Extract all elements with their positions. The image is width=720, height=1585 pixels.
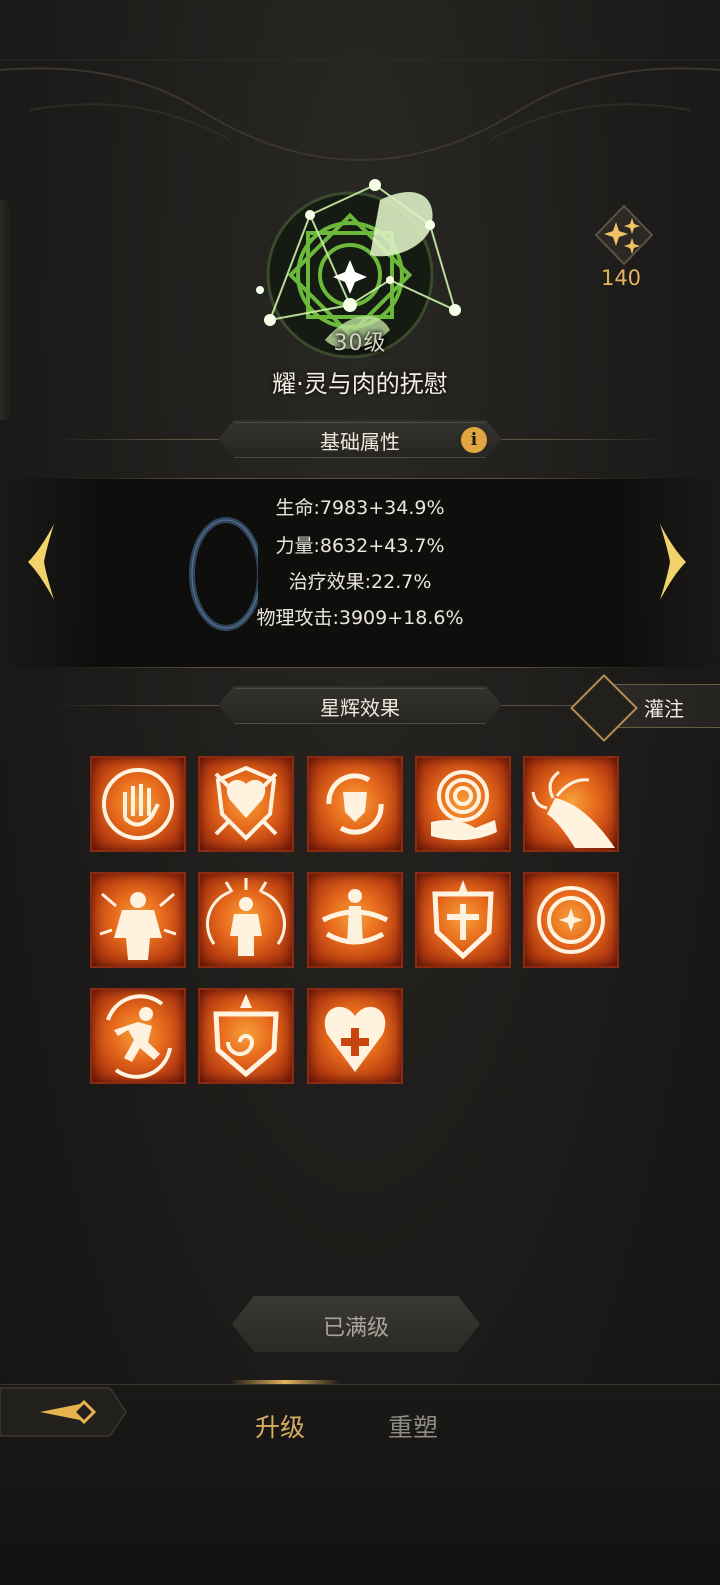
- previous-arrow-icon[interactable]: [24, 520, 58, 604]
- stat-healing: 治疗效果:22.7%: [288, 571, 432, 593]
- sun-ring-icon: [537, 886, 605, 954]
- skill-name: 耀·灵与肉的抚慰: [272, 370, 448, 398]
- max-level-label: 已满级: [322, 1316, 389, 1341]
- skill-level: 30级: [333, 331, 387, 356]
- palm-icon: [102, 768, 174, 840]
- running-figure-icon: [106, 994, 172, 1079]
- effect-tile-10[interactable]: [523, 872, 619, 968]
- vortex-hand-icon: [431, 770, 497, 841]
- stardust-icon: [594, 204, 654, 266]
- infuse-label: 灌注: [644, 697, 684, 721]
- effect-tile-5[interactable]: [523, 756, 619, 852]
- burst-figure-icon: [99, 892, 177, 960]
- spiral-shield-icon: [213, 994, 279, 1078]
- effect-tile-2[interactable]: [198, 756, 294, 852]
- stat-physical-attack: 物理攻击:3909+18.6%: [256, 607, 464, 629]
- crossed-shield-icon: [432, 880, 494, 960]
- effect-tile-9[interactable]: [415, 872, 511, 968]
- effect-tile-6[interactable]: [90, 872, 186, 968]
- effect-tile-1[interactable]: [90, 756, 186, 852]
- effect-tile-7[interactable]: [198, 872, 294, 968]
- max-level-button[interactable]: 已满级: [232, 1296, 480, 1352]
- swirl-shield-icon: [326, 773, 384, 835]
- effect-tile-12[interactable]: [198, 988, 294, 1084]
- spinning-figure-icon: [321, 889, 389, 945]
- shield-heart-icon: [214, 765, 278, 841]
- stat-strength: 力量:8632+43.7%: [275, 535, 445, 557]
- infuse-button[interactable]: 灌注: [570, 674, 720, 742]
- stat-hp: 生命:7983+34.9%: [275, 497, 445, 519]
- tab-upgrade[interactable]: 升级: [255, 1408, 305, 1444]
- effect-tile-3[interactable]: [307, 756, 403, 852]
- effect-tile-8[interactable]: [307, 872, 403, 968]
- effect-tile-13[interactable]: [307, 988, 403, 1084]
- stardust-count: 140: [600, 266, 642, 290]
- effect-tile-4[interactable]: [415, 756, 511, 852]
- next-arrow-icon[interactable]: [656, 520, 690, 604]
- wing-figure-icon: [206, 878, 286, 956]
- base-stats-header: 基础属性: [0, 418, 720, 462]
- base-stats-title: 基础属性: [320, 430, 400, 454]
- tab-reforge[interactable]: 重塑: [388, 1408, 438, 1444]
- cross-heart-icon: [324, 1006, 386, 1072]
- back-arrow-icon[interactable]: [0, 1384, 130, 1440]
- active-tab-indicator: [230, 1380, 340, 1384]
- info-button[interactable]: i: [461, 427, 487, 453]
- tendril-hand-icon: [531, 770, 615, 848]
- effect-tile-11[interactable]: [90, 988, 186, 1084]
